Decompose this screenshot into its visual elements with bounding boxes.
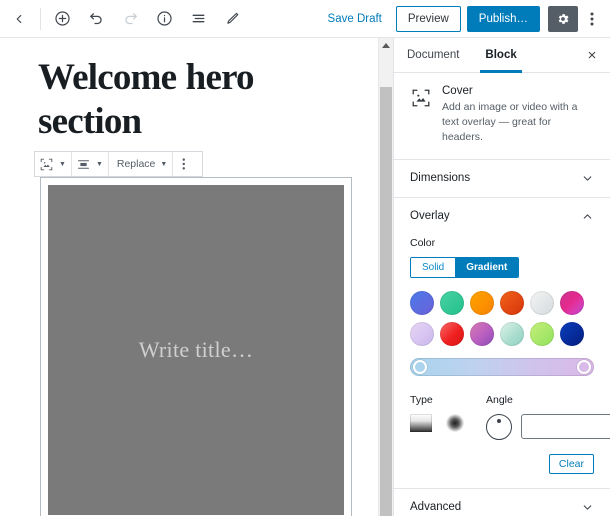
gradient-type-angle-row: Type Angle bbox=[410, 392, 610, 440]
gradient-swatch-midnight[interactable] bbox=[560, 321, 584, 346]
gradient-angle-column: Angle bbox=[486, 392, 610, 440]
gradient-swatch-electric-grass[interactable] bbox=[530, 321, 554, 346]
sidebar-tabs: Document Block × bbox=[394, 38, 610, 73]
segment-solid[interactable]: Solid bbox=[411, 257, 456, 277]
editor-header-bar: Save Draft Preview Publish… bbox=[0, 0, 610, 38]
gradient-preview-bar[interactable] bbox=[410, 357, 594, 376]
sidebar-scroll-area: Cover Add an image or video with a text … bbox=[394, 73, 610, 516]
align-center-icon[interactable] bbox=[72, 152, 95, 176]
panel-dimensions-title: Dimensions bbox=[410, 172, 471, 185]
settings-gear-icon[interactable] bbox=[548, 5, 578, 32]
list-view-icon[interactable] bbox=[181, 2, 215, 36]
gradient-swatch-luminous-vivid-amber-to-luminous-vivid-orange[interactable] bbox=[470, 290, 494, 315]
publish-button[interactable]: Publish… bbox=[466, 5, 540, 32]
cover-block-wrapper[interactable]: Write title… bbox=[40, 177, 352, 516]
canvas-scrollbar[interactable] bbox=[378, 38, 393, 516]
chevron-down-icon bbox=[581, 172, 594, 185]
block-info-text: Cover Add an image or video with a text … bbox=[442, 85, 594, 145]
angle-dial-icon[interactable] bbox=[486, 413, 512, 440]
gradient-type-buttons bbox=[410, 413, 464, 432]
type-label: Type bbox=[410, 393, 433, 406]
chevron-up-icon bbox=[581, 210, 594, 223]
panel-overlay-title: Overlay bbox=[410, 210, 450, 223]
header-divider bbox=[40, 7, 41, 30]
block-more-group bbox=[173, 152, 195, 176]
gradient-swatch-luminous-vivid-orange-to-vivid-red[interactable] bbox=[500, 290, 524, 315]
editor-body: Welcome hero section ▼ ▼ Replace ▼ Write… bbox=[0, 38, 610, 516]
gradient-stop-end[interactable] bbox=[577, 359, 591, 374]
gradient-swatch-blush-light-purple[interactable] bbox=[410, 321, 434, 346]
add-block-icon[interactable] bbox=[45, 2, 79, 36]
tab-block[interactable]: Block bbox=[472, 38, 529, 73]
panel-overlay-header[interactable]: Overlay bbox=[394, 198, 610, 235]
panel-dimensions: Dimensions bbox=[394, 160, 610, 198]
color-label: Color bbox=[410, 236, 436, 249]
panel-overlay-body: Color Solid Gradient Type Angle Clear bbox=[394, 237, 610, 488]
block-info-card: Cover Add an image or video with a text … bbox=[394, 73, 610, 160]
panel-advanced-title: Advanced bbox=[410, 501, 462, 514]
block-info-description: Add an image or video with a text overla… bbox=[442, 101, 578, 143]
replace-label: Replace bbox=[116, 158, 156, 171]
back-button[interactable] bbox=[0, 2, 38, 36]
panel-advanced: Advanced bbox=[394, 489, 610, 516]
tab-document[interactable]: Document bbox=[394, 38, 472, 72]
gradient-swatch-blush-bordeaux[interactable] bbox=[440, 321, 464, 346]
replace-group: Replace ▼ bbox=[109, 152, 174, 177]
cover-image-icon bbox=[410, 87, 432, 109]
gradient-stop-start[interactable] bbox=[413, 359, 427, 374]
clear-button[interactable]: Clear bbox=[548, 453, 594, 474]
gradient-swatch-vivid-cyan-blue-to-vivid-purple[interactable] bbox=[410, 290, 434, 315]
block-editor-window: Save Draft Preview Publish… Welcome hero… bbox=[0, 0, 610, 516]
angle-label: Angle bbox=[486, 393, 513, 406]
undo-icon[interactable] bbox=[79, 2, 113, 36]
cover-image-icon[interactable] bbox=[35, 152, 58, 176]
close-icon[interactable]: × bbox=[578, 41, 606, 69]
panel-advanced-header[interactable]: Advanced bbox=[394, 489, 610, 516]
edit-pencil-icon[interactable] bbox=[215, 2, 249, 36]
chevron-down-icon bbox=[581, 501, 594, 514]
angle-row bbox=[486, 413, 610, 440]
cover-title-placeholder[interactable]: Write title… bbox=[139, 337, 254, 363]
block-more-options-icon[interactable] bbox=[173, 152, 195, 176]
more-options-icon[interactable] bbox=[580, 4, 604, 34]
gradient-swatch-pale-ocean[interactable] bbox=[500, 321, 524, 346]
gradient-swatch-very-light-gray-to-cyan-bluish-gray[interactable] bbox=[530, 290, 554, 315]
save-draft-button[interactable]: Save Draft bbox=[318, 8, 392, 30]
replace-chevron-down-icon: ▼ bbox=[160, 160, 168, 168]
scrollbar-thumb[interactable] bbox=[380, 87, 392, 516]
color-type-segmented-control: Solid Gradient bbox=[410, 256, 520, 278]
panel-dimensions-header[interactable]: Dimensions bbox=[394, 160, 610, 197]
canvas-inner: Welcome hero section ▼ ▼ Replace ▼ Write… bbox=[0, 38, 378, 516]
align-chevron-down-icon[interactable]: ▼ bbox=[95, 152, 108, 176]
gradient-swatch-grid bbox=[410, 290, 594, 346]
cover-block[interactable]: Write title… bbox=[48, 185, 344, 516]
preview-button[interactable]: Preview bbox=[395, 5, 461, 32]
settings-sidebar: Document Block × Cover Add an image or v… bbox=[393, 38, 610, 516]
gradient-type-column: Type bbox=[410, 392, 464, 432]
radial-gradient-icon[interactable] bbox=[446, 413, 464, 432]
clear-row: Clear bbox=[410, 453, 594, 474]
block-info-title: Cover bbox=[442, 85, 473, 97]
block-type-group: ▼ bbox=[35, 152, 72, 177]
gradient-swatch-cool-to-warm-spectrum[interactable] bbox=[560, 290, 584, 315]
segment-gradient[interactable]: Gradient bbox=[455, 257, 519, 277]
block-toolbar: ▼ ▼ Replace ▼ bbox=[34, 151, 203, 178]
angle-input[interactable] bbox=[521, 414, 610, 440]
block-type-chevron-down-icon[interactable]: ▼ bbox=[58, 152, 71, 176]
panel-overlay: Overlay Color Solid Gradient Type Angle … bbox=[394, 198, 610, 489]
page-title[interactable]: Welcome hero section bbox=[38, 56, 356, 143]
gradient-swatch-light-green-cyan-to-vivid-green-cyan[interactable] bbox=[440, 290, 464, 315]
redo-icon[interactable] bbox=[113, 2, 147, 36]
header-right-actions: Save Draft Preview Publish… bbox=[318, 0, 604, 37]
info-icon[interactable] bbox=[147, 2, 181, 36]
editor-canvas: Welcome hero section ▼ ▼ Replace ▼ Write… bbox=[0, 38, 378, 516]
replace-button[interactable]: Replace ▼ bbox=[109, 152, 172, 176]
linear-gradient-icon[interactable] bbox=[410, 413, 432, 432]
scrollbar-arrow-up-icon[interactable] bbox=[379, 38, 393, 53]
gradient-swatch-luminous-dusk[interactable] bbox=[470, 321, 494, 346]
align-group: ▼ bbox=[72, 152, 109, 177]
header-left-tools bbox=[0, 0, 249, 37]
